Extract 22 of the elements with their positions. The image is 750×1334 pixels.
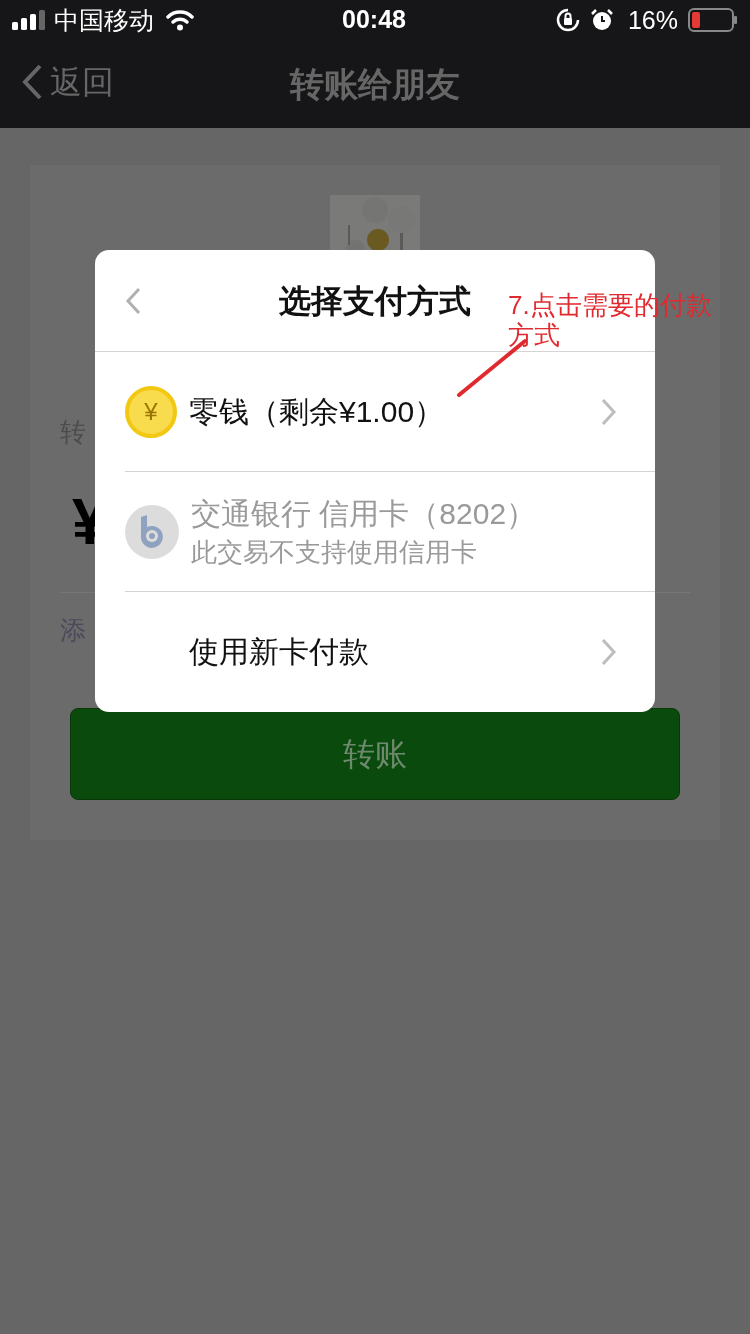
back-icon[interactable] xyxy=(125,287,141,315)
chevron-icon xyxy=(601,397,617,426)
clock-time: 00:48 xyxy=(342,4,406,34)
signal-icon xyxy=(12,10,48,30)
coin-icon: ¥ xyxy=(125,385,177,438)
bank-logo-icon xyxy=(125,504,179,559)
annotation-text: 方式 xyxy=(508,320,561,350)
chevron-icon xyxy=(601,638,617,666)
dialog-title: 选择支付方式 xyxy=(279,281,471,321)
battery-icon xyxy=(688,8,738,32)
payment-option[interactable]: ¥ 零钱（剩余¥1.00） xyxy=(95,352,655,472)
wifi-icon xyxy=(166,9,194,31)
battery-percent: 16% xyxy=(627,5,678,35)
carrier-name: 中国移动 xyxy=(54,5,154,35)
option-note: 此交易不支持使用信用卡 xyxy=(191,535,478,569)
option-label: 交通银行 信用卡（8202） xyxy=(191,495,537,532)
alarm-icon xyxy=(589,8,614,32)
page-title: 转账给朋友 xyxy=(290,64,460,104)
option-label: 零钱（剩余¥1.00） xyxy=(189,393,445,430)
option-label: 使用新卡付款 xyxy=(189,634,369,670)
back-icon xyxy=(20,62,44,102)
rotation-lock-icon xyxy=(555,8,580,32)
